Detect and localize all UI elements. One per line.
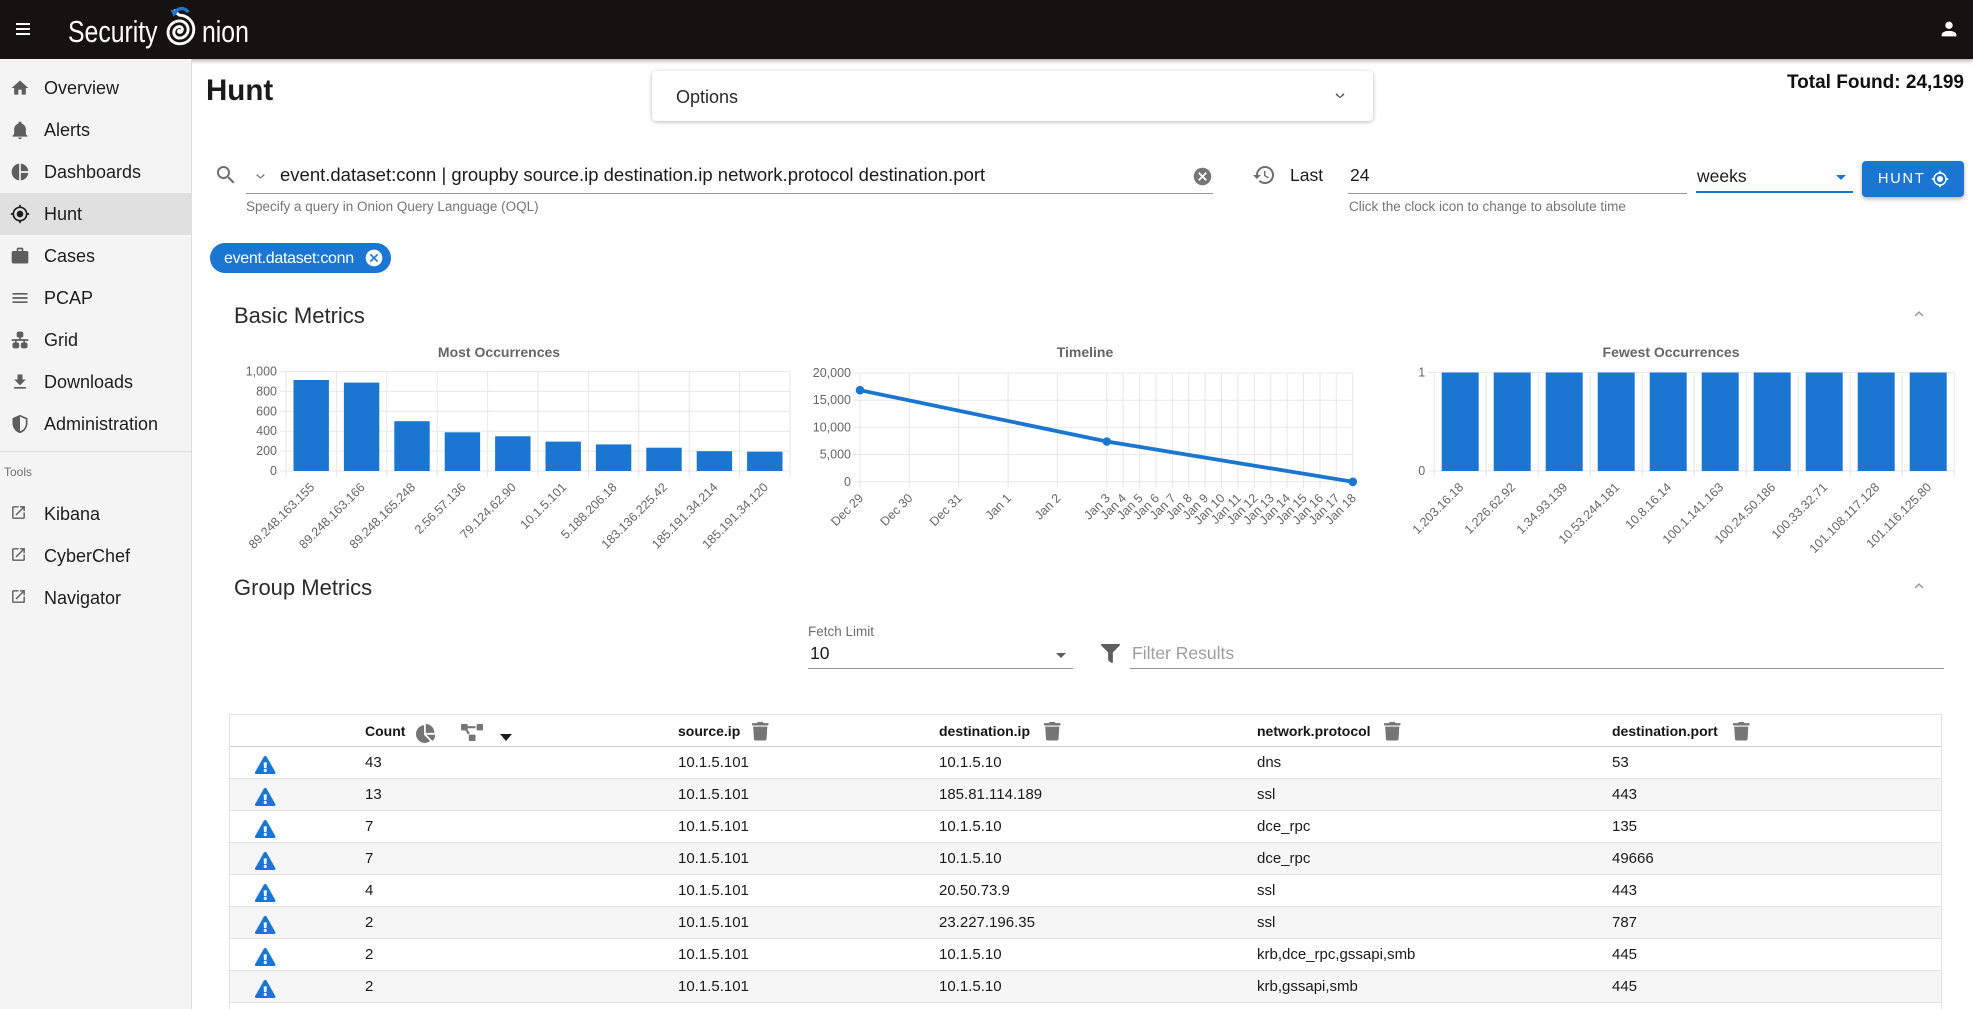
svg-text:20,000: 20,000 xyxy=(813,366,851,380)
svg-text:Jan 2: Jan 2 xyxy=(1032,491,1064,523)
svg-text:Dec 30: Dec 30 xyxy=(878,491,916,529)
svg-text:1,000: 1,000 xyxy=(246,365,277,379)
svg-text:10.1.5.101: 10.1.5.101 xyxy=(518,480,570,532)
svg-text:1: 1 xyxy=(1418,366,1425,380)
svg-text:Most Occurrences: Most Occurrences xyxy=(438,344,560,360)
svg-text:0: 0 xyxy=(270,464,277,478)
svg-text:5,000: 5,000 xyxy=(820,448,851,462)
svg-text:Dec 31: Dec 31 xyxy=(927,491,965,529)
svg-text:0: 0 xyxy=(844,475,851,489)
svg-text:600: 600 xyxy=(256,404,277,418)
svg-text:10.8.16.14: 10.8.16.14 xyxy=(1623,480,1675,532)
svg-text:200: 200 xyxy=(256,444,277,458)
svg-text:15,000: 15,000 xyxy=(813,393,851,407)
svg-text:Fewest Occurrences: Fewest Occurrences xyxy=(1603,344,1740,360)
svg-text:1.226.62.92: 1.226.62.92 xyxy=(1462,480,1519,537)
svg-text:1.34.93.139: 1.34.93.139 xyxy=(1514,480,1571,537)
svg-text:800: 800 xyxy=(256,384,277,398)
svg-text:10,000: 10,000 xyxy=(813,420,851,434)
svg-text:Jan 1: Jan 1 xyxy=(983,491,1015,523)
svg-text:0: 0 xyxy=(1418,464,1425,478)
svg-text:Dec 29: Dec 29 xyxy=(828,491,866,529)
svg-text:400: 400 xyxy=(256,424,277,438)
svg-text:Timeline: Timeline xyxy=(1057,344,1114,360)
svg-text:1.203.16.18: 1.203.16.18 xyxy=(1410,480,1467,537)
